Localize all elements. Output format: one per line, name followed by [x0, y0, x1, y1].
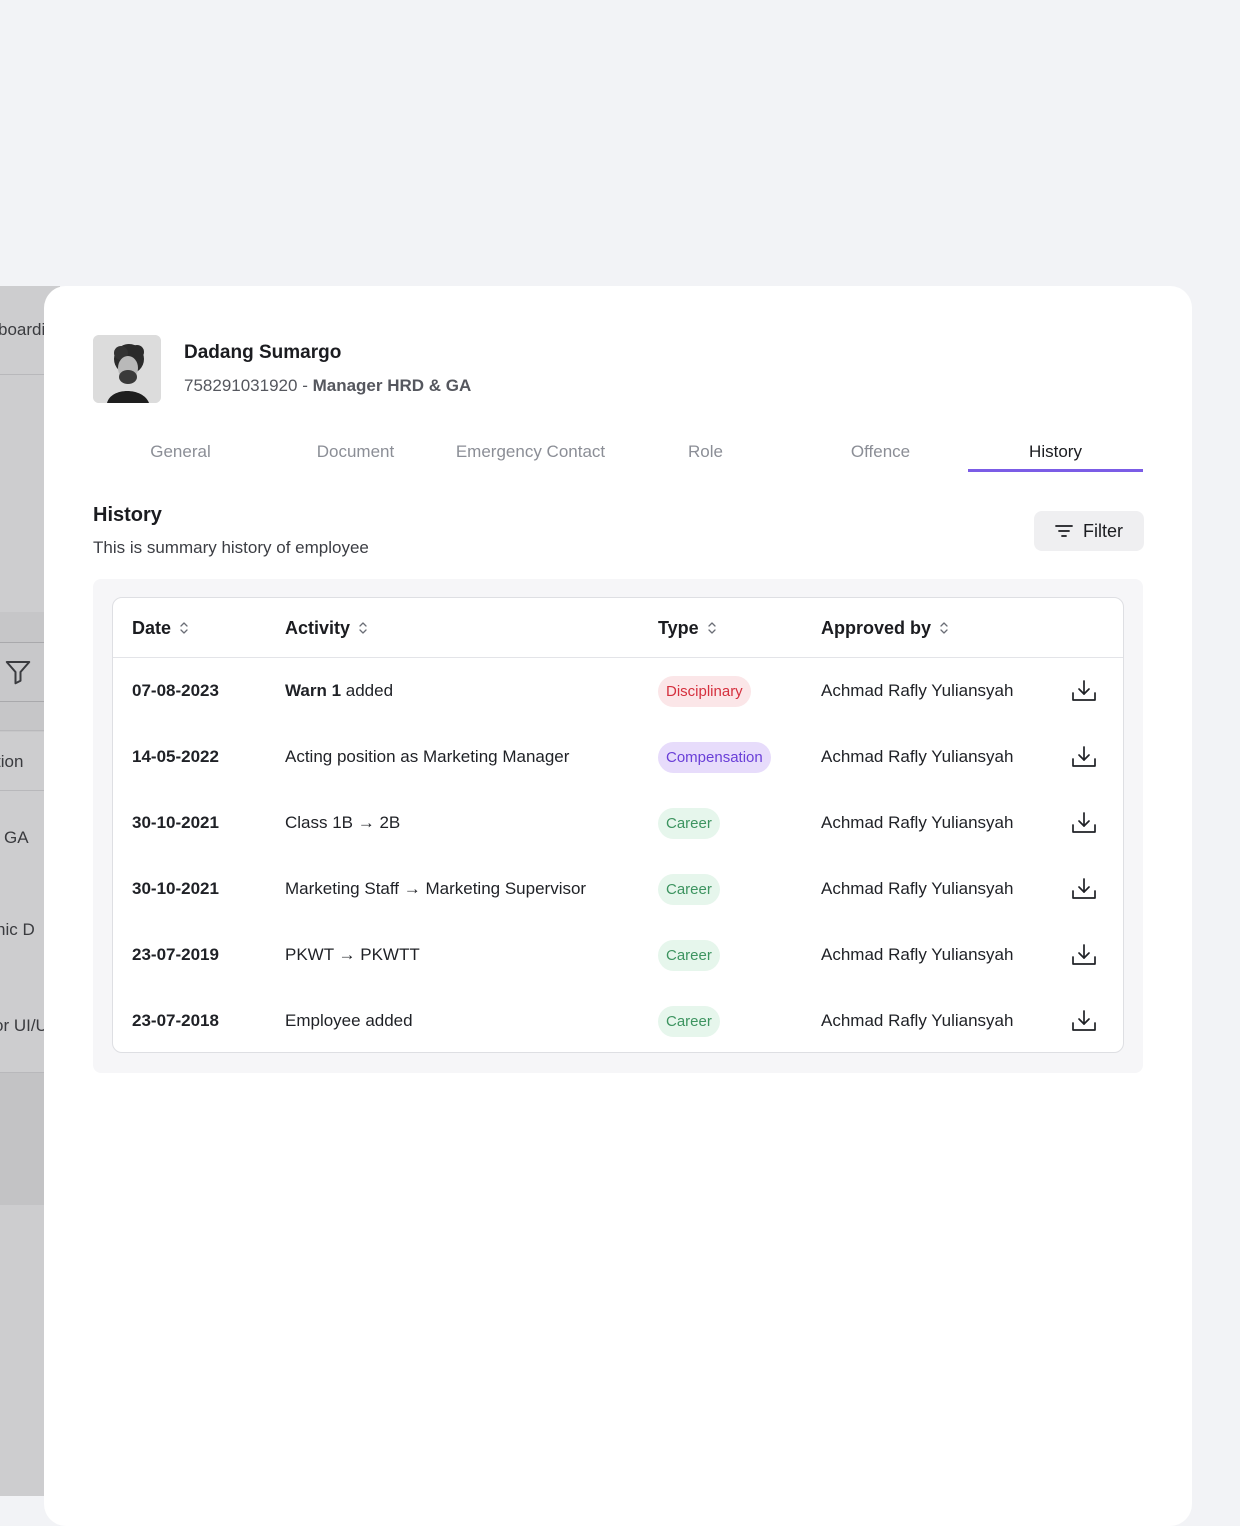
row-type: Career [658, 988, 720, 1052]
employee-detail-panel: Dadang Sumargo 758291031920 - Manager HR… [44, 286, 1192, 1526]
employee-id-role: 758291031920 - Manager HRD & GA [184, 376, 471, 396]
row-date: 30-10-2021 [132, 879, 219, 898]
row-activity-highlight: Warn 1 [285, 681, 342, 700]
type-badge: Compensation [658, 741, 771, 773]
row-download [1071, 790, 1097, 856]
download-icon[interactable] [1071, 810, 1097, 836]
header-activity-label: Activity [285, 617, 351, 638]
tab-emergency-contact[interactable]: Emergency Contact [443, 434, 618, 472]
section-title: History [93, 504, 162, 526]
row-download [1071, 724, 1097, 790]
row-activity: Marketing Staff → Marketing Supervisor [285, 856, 586, 922]
row-approved-by: Achmad Rafly Yuliansyah [821, 747, 1014, 766]
row-activity: Class 1B → 2B [285, 790, 400, 856]
row-activity-text: Employee added [285, 1011, 413, 1030]
history-table: Date Activity Type Approved by 07-08-202… [112, 597, 1124, 1053]
table-body: 07-08-2023 Warn 1 added Disciplinary Ach… [113, 658, 1123, 1052]
row-download [1071, 658, 1097, 724]
sort-icon[interactable] [358, 620, 368, 636]
employee-profile: Dadang Sumargo 758291031920 - Manager HR… [93, 335, 471, 403]
row-date: 14-05-2022 [132, 747, 219, 766]
download-icon[interactable] [1071, 1008, 1097, 1034]
header-date-label: Date [132, 617, 172, 638]
row-activity-text: added [341, 681, 394, 700]
sort-icon[interactable] [939, 620, 949, 636]
tab-role[interactable]: Role [618, 434, 793, 472]
table-row: 23-07-2019 PKWT → PKWTT Career Achmad Ra… [113, 922, 1123, 988]
type-badge: Disciplinary [658, 675, 751, 707]
table-row: 07-08-2023 Warn 1 added Disciplinary Ach… [113, 658, 1123, 724]
tab-offence[interactable]: Offence [793, 434, 968, 472]
filter-icon [1055, 525, 1073, 537]
row-activity-text: Acting position as Marketing Manager [285, 747, 570, 766]
table-header: Date Activity Type Approved by [113, 598, 1123, 658]
row-date: 23-07-2019 [132, 945, 219, 964]
row-approved-by: Achmad Rafly Yuliansyah [821, 879, 1014, 898]
row-activity: Acting position as Marketing Manager [285, 724, 569, 790]
download-icon[interactable] [1071, 678, 1097, 704]
row-approved-by: Achmad Rafly Yuliansyah [821, 1011, 1014, 1030]
row-activity-text: PKWT → PKWTT [285, 945, 420, 964]
table-row: 23-07-2018 Employee added Career Achmad … [113, 988, 1123, 1052]
sort-icon[interactable] [179, 620, 189, 636]
download-icon[interactable] [1071, 744, 1097, 770]
row-type: Compensation [658, 724, 771, 790]
type-badge: Career [658, 807, 720, 839]
tab-document[interactable]: Document [268, 434, 443, 472]
table-row: 30-10-2021 Marketing Staff → Marketing S… [113, 856, 1123, 922]
row-approved-by: Achmad Rafly Yuliansyah [821, 945, 1014, 964]
row-activity: Warn 1 added [285, 658, 393, 724]
row-activity-text: Marketing Staff → Marketing Supervisor [285, 879, 587, 898]
employee-name: Dadang Sumargo [184, 342, 342, 363]
type-badge: Career [658, 939, 720, 971]
header-activity[interactable]: Activity [285, 598, 368, 658]
background-text: or UI/U [0, 1016, 48, 1035]
row-type: Career [658, 790, 720, 856]
row-date: 30-10-2021 [132, 813, 219, 832]
sort-icon[interactable] [707, 620, 717, 636]
separator: - [297, 376, 313, 395]
row-download [1071, 922, 1097, 988]
row-activity-text: Class 1B → 2B [285, 813, 401, 832]
row-type: Career [658, 922, 720, 988]
row-activity: PKWT → PKWTT [285, 922, 420, 988]
row-approved-by: Achmad Rafly Yuliansyah [821, 681, 1014, 700]
row-type: Disciplinary [658, 658, 751, 724]
tab-general[interactable]: General [93, 434, 268, 472]
background-text: hic D [0, 920, 35, 939]
filter-label: Filter [1083, 520, 1123, 541]
background-text: tion [0, 752, 24, 771]
section-subtitle: This is summary history of employee [93, 538, 369, 557]
type-badge: Career [658, 873, 720, 905]
header-approved-by[interactable]: Approved by [821, 598, 949, 658]
filter-icon [5, 661, 31, 685]
row-type: Career [658, 856, 720, 922]
employee-id: 758291031920 [184, 376, 298, 395]
avatar [93, 335, 161, 403]
row-activity: Employee added [285, 988, 413, 1052]
header-type[interactable]: Type [658, 598, 717, 658]
row-download [1071, 856, 1097, 922]
history-table-container: Date Activity Type Approved by 07-08-202… [93, 579, 1143, 1073]
type-badge: Career [658, 1005, 720, 1037]
row-download [1071, 988, 1097, 1052]
employee-role: Manager HRD & GA [312, 376, 472, 395]
row-date: 23-07-2018 [132, 1011, 219, 1030]
background-text: boardi [0, 320, 46, 339]
row-approved-by: Achmad Rafly Yuliansyah [821, 813, 1014, 832]
download-icon[interactable] [1071, 876, 1097, 902]
header-date[interactable]: Date [132, 598, 189, 658]
background-text: GA [4, 828, 29, 847]
download-icon[interactable] [1071, 942, 1097, 968]
tab-history[interactable]: History [968, 434, 1143, 472]
tab-bar: General Document Emergency Contact Role … [93, 434, 1143, 472]
table-row: 14-05-2022 Acting position as Marketing … [113, 724, 1123, 790]
row-date: 07-08-2023 [132, 681, 219, 700]
filter-button[interactable]: Filter [1034, 511, 1144, 551]
table-row: 30-10-2021 Class 1B → 2B Career Achmad R… [113, 790, 1123, 856]
header-type-label: Type [658, 617, 699, 638]
header-approved-by-label: Approved by [821, 617, 932, 638]
